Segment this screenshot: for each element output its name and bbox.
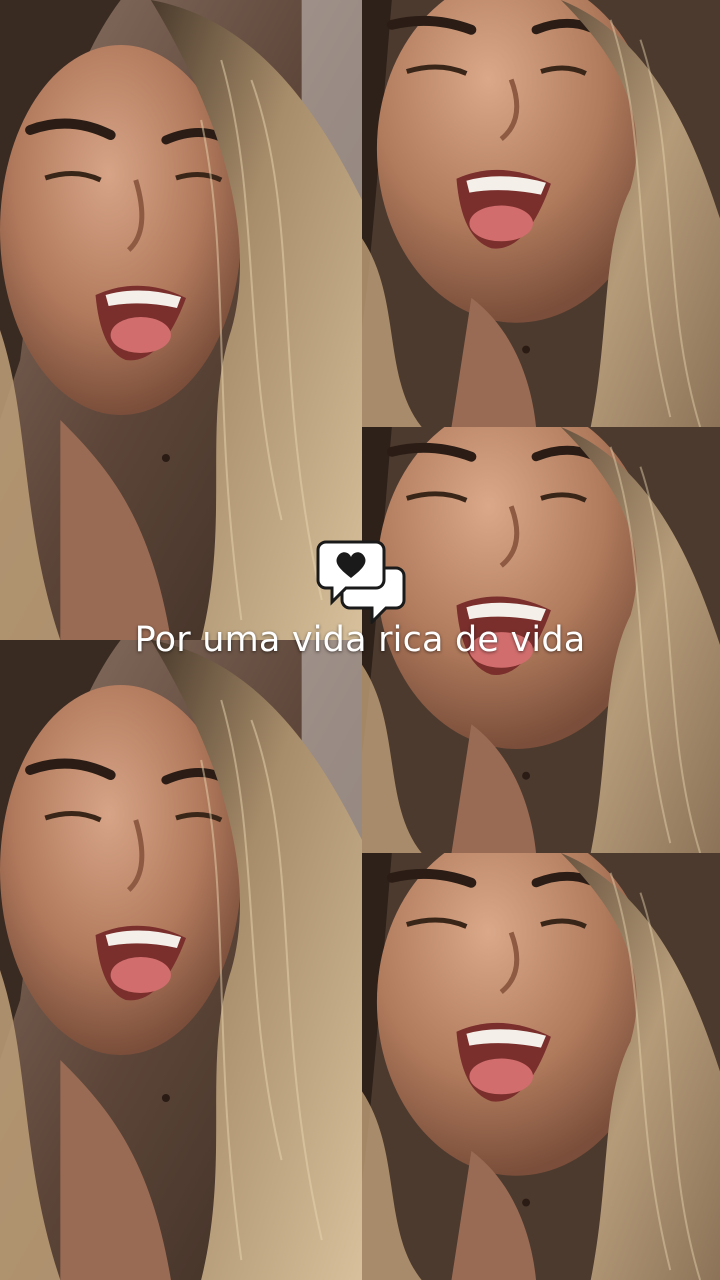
story-caption: Por uma vida rica de vida [134, 620, 586, 660]
story-canvas: Por uma vida rica de vida [0, 0, 720, 1280]
photo-tile-right-bottom [362, 853, 720, 1280]
photo-tile-bottom-left [0, 640, 362, 1280]
story-overlay: Por uma vida rica de vida [0, 530, 720, 680]
photo-tile-right-top [362, 0, 720, 427]
heart-chat-bubbles-icon [316, 540, 406, 624]
